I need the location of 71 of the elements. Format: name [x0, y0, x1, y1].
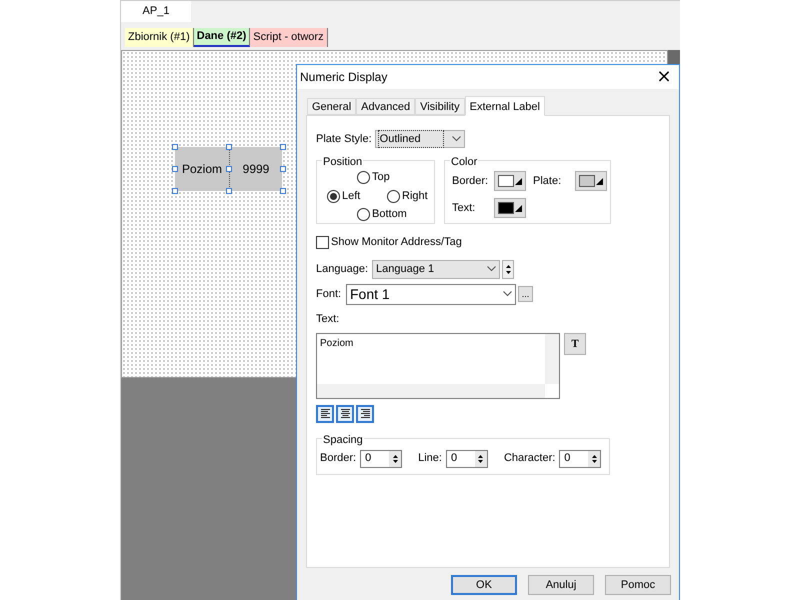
- text-style-button[interactable]: T: [564, 333, 586, 355]
- document-tab[interactable]: AP_1: [121, 1, 191, 22]
- radio-option[interactable]: Right: [387, 188, 428, 204]
- language-dropdown[interactable]: Language 1: [372, 260, 500, 278]
- sheet-tab[interactable]: Dane (#2): [194, 28, 250, 47]
- numeric-display-object[interactable]: 9999: [229, 147, 282, 191]
- dropdown-triangle-icon: [596, 178, 603, 184]
- sheet-tab[interactable]: Script - otworz: [250, 28, 328, 47]
- resize-handle[interactable]: [226, 188, 232, 194]
- dialog-button[interactable]: Pomoc: [605, 575, 671, 595]
- spacing-label: Border:: [320, 451, 356, 466]
- dialog-tab[interactable]: Advanced: [356, 98, 416, 115]
- radio-option[interactable]: Left: [327, 188, 360, 204]
- spin-field[interactable]: 0: [360, 450, 402, 468]
- spin-field[interactable]: 0: [559, 450, 602, 468]
- swatch-label: Plate:: [533, 174, 562, 189]
- color-picker[interactable]: [494, 198, 526, 218]
- spin-field[interactable]: 0: [446, 450, 488, 468]
- dialog-tab[interactable]: Visibility: [415, 98, 465, 115]
- spin-arrows-icon[interactable]: [478, 454, 484, 462]
- align-right-button[interactable]: [356, 405, 374, 423]
- resize-handle[interactable]: [280, 188, 286, 194]
- scrollbar[interactable]: [545, 334, 559, 384]
- dialog-tab[interactable]: General: [307, 98, 356, 115]
- dialog-tab[interactable]: External Label: [464, 96, 545, 116]
- spin-arrows-icon: [506, 264, 510, 274]
- dialog-title: Numeric Display: [300, 69, 388, 86]
- dropdown-caret-icon: [487, 266, 496, 272]
- resize-handle[interactable]: [280, 166, 286, 172]
- color-picker[interactable]: [575, 171, 607, 191]
- resize-handle[interactable]: [226, 144, 232, 150]
- radio-option[interactable]: Top: [357, 169, 390, 186]
- dropdown-triangle-icon: [515, 178, 522, 184]
- group-title: Spacing: [322, 432, 364, 448]
- swatch-label: Border:: [452, 174, 490, 189]
- sheet-tab[interactable]: Zbiornik (#1): [125, 28, 194, 47]
- spacing-label: Character:: [504, 451, 556, 466]
- scrollbar[interactable]: [317, 384, 545, 398]
- dropdown-caret-icon: [452, 136, 461, 142]
- align-center-button[interactable]: [336, 405, 354, 423]
- show-monitor-checkbox[interactable]: Show Monitor Address/Tag: [316, 234, 660, 250]
- align-left-button[interactable]: [316, 405, 334, 423]
- close-button[interactable]: ×: [649, 65, 679, 89]
- font-browse-button[interactable]: ...: [518, 286, 533, 302]
- dropdown-caret-icon: [503, 291, 512, 297]
- align-center-icon: [340, 409, 350, 419]
- font-dropdown[interactable]: Font 1: [346, 284, 516, 304]
- text-area[interactable]: Poziom: [316, 333, 560, 399]
- resize-handle[interactable]: [172, 144, 178, 150]
- text-label: Text:: [316, 312, 340, 326]
- font-label: Font:: [316, 286, 342, 302]
- resize-handle[interactable]: [226, 166, 232, 172]
- resize-handle[interactable]: [280, 144, 286, 150]
- language-label: Language:: [316, 262, 369, 277]
- dialog-button[interactable]: Anuluj: [528, 575, 594, 595]
- plate-style-label: Plate Style:: [316, 132, 372, 147]
- spacing-label: Line:: [418, 451, 442, 466]
- radio-option[interactable]: Bottom: [357, 206, 407, 222]
- align-left-icon: [320, 409, 330, 419]
- language-spinner[interactable]: [502, 260, 514, 278]
- color-picker[interactable]: [494, 171, 526, 191]
- swatch-label: Text:: [452, 200, 476, 216]
- spin-arrows-icon[interactable]: [592, 454, 597, 462]
- resize-handle[interactable]: [172, 188, 178, 194]
- label-object[interactable]: Poziom: [175, 147, 229, 191]
- dialog-button[interactable]: OK: [451, 575, 517, 595]
- plate-style-dropdown[interactable]: Outlined: [374, 130, 465, 148]
- dropdown-triangle-icon: [515, 204, 522, 212]
- align-right-icon: [360, 409, 370, 419]
- spin-arrows-icon[interactable]: [392, 454, 398, 462]
- resize-handle[interactable]: [172, 166, 178, 172]
